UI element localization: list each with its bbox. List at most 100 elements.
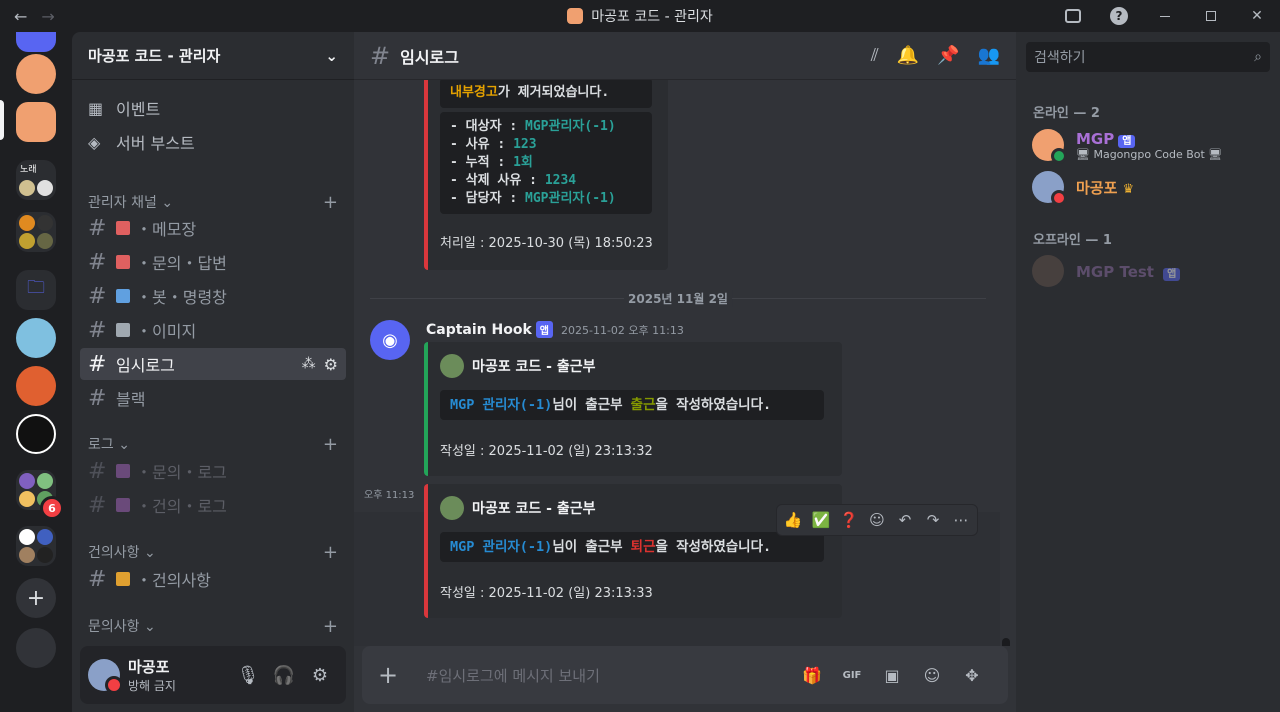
channel-header: # 임시로그 ⫽ 🔔 📌 👥 — [354, 32, 1016, 80]
gear-icon[interactable]: ⚙ — [324, 355, 338, 374]
category-log[interactable]: 로그 ⌄ + — [88, 434, 338, 455]
avatar — [1032, 255, 1064, 287]
embed-clock-in: 마공포 코드 - 출근부 MGP 관리자(-1)님이 출근부 출근을 작성하였습… — [424, 342, 842, 476]
invite-icon[interactable]: ⁂ — [302, 356, 316, 372]
channel-suggestions[interactable]: # ・건의사항 — [80, 563, 346, 595]
chevron-down-icon: ⌄ — [143, 619, 156, 635]
server-icon-fox[interactable] — [16, 318, 56, 358]
app-icon — [567, 8, 584, 24]
gif-icon[interactable]: GIF — [832, 670, 872, 681]
embed-author: 마공포 코드 - 출근부 — [440, 354, 595, 378]
add-channel-icon[interactable]: + — [323, 542, 338, 563]
discover-button[interactable] — [16, 628, 56, 668]
folder-icon[interactable]: 🗀 — [16, 270, 56, 310]
add-attachment-icon[interactable]: + — [378, 661, 410, 689]
server-folder-4[interactable] — [16, 526, 56, 566]
message-author[interactable]: Captain Hook — [426, 322, 532, 338]
channel-inquiry-log[interactable]: # ・문의・로그 — [80, 455, 346, 487]
close-button[interactable]: ✕ — [1234, 0, 1280, 32]
thumbs-up-icon[interactable]: 👍 — [781, 511, 805, 529]
channel-title: 임시로그 — [400, 47, 459, 67]
avatar[interactable] — [88, 659, 123, 694]
add-server-button[interactable]: + — [16, 578, 56, 618]
member-item-mgp-test[interactable]: MGP Test 앱 — [1024, 250, 1272, 292]
channel-black[interactable]: # 블랙 — [80, 382, 346, 414]
reply-icon[interactable]: ↶ — [893, 511, 917, 529]
user-name: 마공포 — [128, 658, 170, 676]
add-reaction-icon[interactable]: ☺ — [865, 511, 889, 529]
date-divider: 2025년 11월 2일 — [370, 290, 986, 307]
members-icon[interactable]: 👥 — [978, 45, 1000, 66]
channel-inquiry-answer[interactable]: # ・문의・답변 — [80, 246, 346, 278]
flag-emoji-icon — [116, 498, 130, 512]
flag-emoji-icon — [116, 464, 130, 478]
threads-icon[interactable]: ⫽ — [871, 45, 879, 66]
forward-icon[interactable]: ↷ — [921, 511, 945, 529]
avatar — [1032, 171, 1067, 206]
discord-avatar-icon[interactable]: ◉ — [370, 320, 410, 360]
events-link[interactable]: ▦ 이벤트 — [80, 92, 346, 124]
mini-server-icon — [19, 180, 35, 196]
search-input[interactable]: 검색하기 ⌕ — [1026, 42, 1270, 72]
channel-bot-command[interactable]: # ・봇・명령창 — [80, 280, 346, 312]
help-button[interactable]: ? — [1096, 0, 1142, 32]
minimize-button[interactable] — [1142, 0, 1188, 32]
server-icon-top[interactable] — [16, 32, 56, 52]
channel-temp-log[interactable]: # 임시로그 ⁂ ⚙ — [80, 348, 346, 380]
gear-icon[interactable]: ⚙ — [302, 659, 338, 691]
maximize-button[interactable] — [1188, 0, 1234, 32]
channel-suggest-log[interactable]: # ・건의・로그 — [80, 489, 346, 521]
server-folder-1[interactable]: 노래 — [16, 160, 56, 200]
guild-header[interactable]: 마공포 코드 - 관리자 ⌄ — [72, 32, 354, 80]
maximize-icon — [1206, 11, 1216, 21]
boost-icon: ◈ — [88, 132, 101, 152]
server-icon-fox2[interactable] — [16, 366, 56, 406]
mini-server-icon — [37, 215, 53, 231]
server-icon-magongpo[interactable] — [16, 54, 56, 94]
server-icon-black[interactable] — [16, 414, 56, 454]
category-inquiries[interactable]: 문의사항 ⌄ + — [88, 616, 338, 637]
channel-image[interactable]: # ・이미지 — [80, 314, 346, 346]
bell-icon[interactable]: 🔔 — [897, 45, 919, 66]
gift-icon[interactable]: 🎁 — [792, 666, 832, 685]
check-mark-icon[interactable]: ✅ — [809, 511, 833, 529]
server-list: 노래 🗀 6 + — [0, 32, 72, 712]
member-item-magongpo[interactable]: 마공포 ♛ — [1024, 166, 1272, 208]
folder-mini-label: 노래 — [20, 165, 37, 175]
add-channel-icon[interactable]: + — [323, 192, 338, 213]
server-boost-link[interactable]: ◈ 서버 부스트 — [80, 126, 346, 158]
back-icon[interactable]: ← — [14, 7, 27, 26]
dnd-status-icon — [105, 676, 123, 694]
mini-server-icon — [19, 215, 35, 231]
emoji-icon[interactable]: ☺ — [912, 666, 952, 685]
chevron-down-icon: ⌄ — [325, 46, 338, 65]
forward-icon[interactable]: → — [41, 7, 54, 26]
microphone-icon[interactable]: 🎙 — [230, 659, 266, 691]
message-list: 내부경고가 제거되었습니다. - 대상자 : MGP관리자(-1) - 사유 :… — [354, 80, 1016, 646]
pin-icon[interactable]: 📌 — [937, 45, 959, 66]
close-icon: ✕ — [1251, 8, 1263, 24]
channel-memo[interactable]: # ・메모장 — [80, 212, 346, 244]
more-icon[interactable]: ⋯ — [949, 511, 973, 529]
category-admin[interactable]: 관리자 채널 ⌄ + — [88, 192, 338, 213]
add-channel-icon[interactable]: + — [323, 434, 338, 455]
inbox-button[interactable] — [1050, 0, 1096, 32]
server-icon-magongpo-admin[interactable] — [16, 102, 56, 142]
embed-warning-removed: 내부경고가 제거되었습니다. - 대상자 : MGP관리자(-1) - 사유 :… — [424, 80, 668, 270]
server-folder-2[interactable] — [16, 212, 56, 252]
category-suggestions[interactable]: 건의사항 ⌄ + — [88, 542, 338, 563]
message-input[interactable]: #임시로그에 메시지 보내기 — [426, 665, 792, 686]
apps-icon[interactable]: ✥ — [952, 666, 992, 685]
calendar-icon: ▦ — [88, 98, 104, 118]
member-item-mgp[interactable]: MGP 앱 🖥 Magongpo Code Bot 🖥 — [1024, 124, 1272, 166]
scrollbar[interactable] — [1002, 638, 1010, 646]
mini-server-icon — [37, 529, 53, 545]
chevron-down-icon: ⌄ — [118, 437, 130, 453]
mini-server-icon — [19, 473, 35, 489]
question-icon[interactable]: ❓ — [837, 511, 861, 529]
sticker-icon[interactable]: ▣ — [872, 666, 912, 685]
memo-emoji-icon — [116, 221, 130, 235]
add-channel-icon[interactable]: + — [323, 616, 338, 637]
headphones-icon[interactable]: 🎧 — [266, 659, 302, 691]
channel-sidebar: 마공포 코드 - 관리자 ⌄ ▦ 이벤트 ◈ 서버 부스트 관리자 채널 ⌄ +… — [72, 32, 354, 712]
